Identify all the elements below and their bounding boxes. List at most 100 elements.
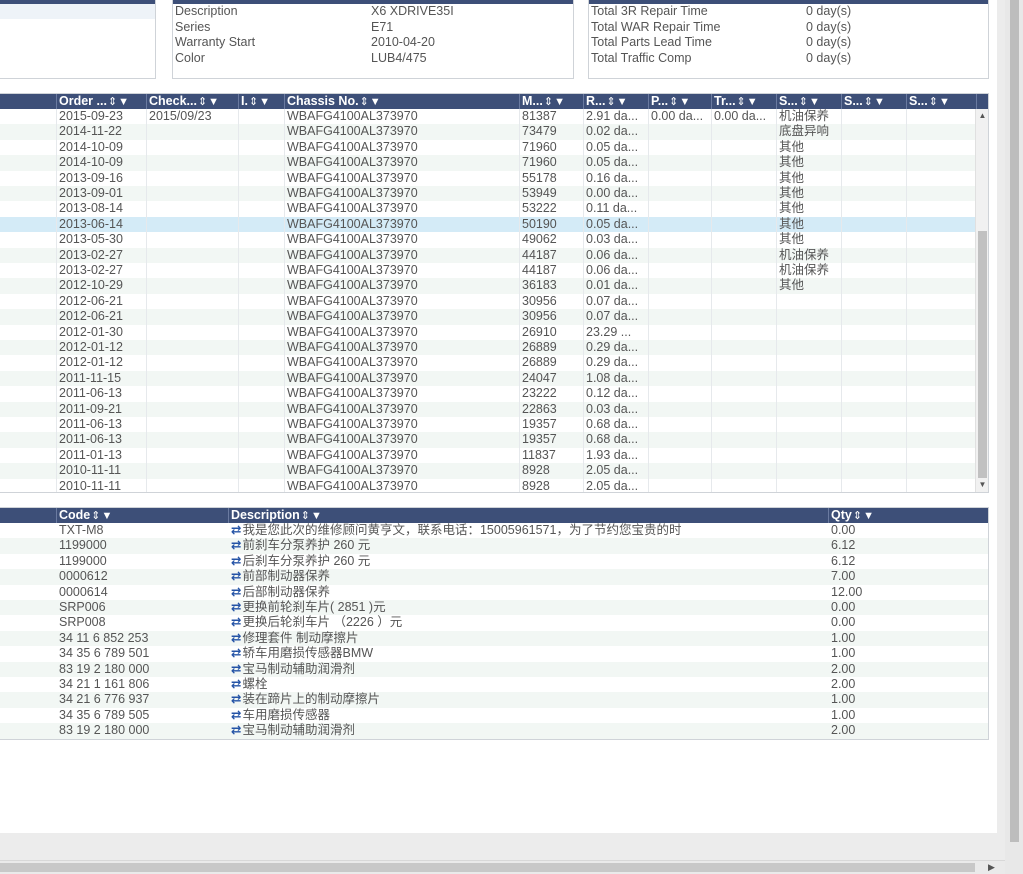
- column-header[interactable]: P...⇕▼: [649, 94, 712, 109]
- sort-icon[interactable]: ⇕: [737, 96, 746, 108]
- order-row[interactable]: 2012-06-21 WBAFG4100AL373970 30956 0.07 da.…: [0, 309, 977, 325]
- column-header[interactable]: M...⇕▼: [520, 94, 584, 109]
- filter-icon[interactable]: ▼: [208, 96, 219, 108]
- swap-icon[interactable]: ⇄: [231, 615, 241, 629]
- swap-icon[interactable]: ⇄: [231, 631, 241, 645]
- order-row[interactable]: 2015-09-23 2015/09/23 WBAFG4100AL373970 813…: [0, 109, 977, 125]
- sort-icon[interactable]: ⇕: [853, 510, 862, 522]
- scroll-down-icon[interactable]: ▼: [976, 478, 988, 492]
- swap-icon[interactable]: ⇄: [231, 646, 241, 660]
- order-row[interactable]: 2011-09-21 WBAFG4100AL373970 22863 0.03 da.…: [0, 401, 977, 417]
- part-row[interactable]: 83 19 2 180 000 ⇄宝马制动辅助润滑剂 2.00: [0, 723, 988, 739]
- column-header[interactable]: Check...⇕▼: [147, 94, 239, 109]
- part-row[interactable]: SRP008 ⇄更换后轮刹车片 （2226 ）元 0.00: [0, 615, 988, 630]
- filter-icon[interactable]: ▼: [617, 96, 628, 108]
- column-header[interactable]: Order ...⇕▼: [57, 94, 147, 109]
- column-header[interactable]: Tr...⇕▼: [712, 94, 777, 109]
- page-horizontal-scrollbar[interactable]: ▶: [0, 860, 1005, 874]
- filter-icon[interactable]: ▼: [554, 96, 565, 108]
- order-row[interactable]: 2012-01-30 WBAFG4100AL373970 26910 23.29 ..…: [0, 324, 977, 340]
- sort-icon[interactable]: ⇕: [669, 96, 678, 108]
- filter-icon[interactable]: ▼: [679, 96, 690, 108]
- order-row[interactable]: 2011-06-13 WBAFG4100AL373970 19357 0.68 da.…: [0, 417, 977, 433]
- scrollbar-thumb[interactable]: [978, 231, 987, 478]
- swap-icon[interactable]: ⇄: [231, 662, 241, 676]
- column-header[interactable]: S...⇕▼: [907, 94, 977, 109]
- part-row[interactable]: 1199000 ⇄后刹车分泵养护 260 元 6.12: [0, 554, 988, 569]
- order-row[interactable]: 2013-05-30 WBAFG4100AL373970 49062 0.03 da.…: [0, 232, 977, 248]
- order-row[interactable]: 2013-02-27 WBAFG4100AL373970 44187 0.06 da.…: [0, 247, 977, 263]
- swap-icon[interactable]: ⇄: [231, 523, 241, 537]
- part-row[interactable]: 0000612 ⇄前部制动器保养 7.00: [0, 569, 988, 585]
- scrollbar-thumb[interactable]: [0, 863, 975, 872]
- scroll-up-icon[interactable]: ▲: [976, 109, 988, 123]
- part-row[interactable]: 0000614 ⇄后部制动器保养 12.00: [0, 585, 988, 600]
- order-row[interactable]: 2014-10-09 WBAFG4100AL373970 71960 0.05 da.…: [0, 155, 977, 171]
- order-row[interactable]: 2012-06-21 WBAFG4100AL373970 30956 0.07 da.…: [0, 293, 977, 310]
- sort-icon[interactable]: ⇕: [544, 96, 553, 108]
- swap-icon[interactable]: ⇄: [231, 708, 241, 722]
- part-row[interactable]: 34 35 6 789 501 ⇄轿车用磨损传感器BMW 1.00: [0, 646, 988, 661]
- sort-icon[interactable]: ⇕: [929, 96, 938, 108]
- part-row[interactable]: SRP006 ⇄更换前轮刹车片( 2851 )元 0.00: [0, 600, 988, 616]
- order-row[interactable]: 2011-11-15 WBAFG4100AL373970 24047 1.08 da.…: [0, 370, 977, 387]
- swap-icon[interactable]: ⇄: [231, 538, 241, 552]
- order-row[interactable]: 2013-02-27 WBAFG4100AL373970 44187 0.06 da.…: [0, 263, 977, 279]
- sort-icon[interactable]: ⇕: [606, 96, 615, 108]
- part-row[interactable]: 1199000 ⇄前刹车分泵养护 260 元 6.12: [0, 538, 988, 554]
- column-header[interactable]: I.⇕▼: [239, 94, 285, 109]
- swap-icon[interactable]: ⇄: [231, 569, 241, 583]
- swap-icon[interactable]: ⇄: [231, 600, 241, 614]
- filter-icon[interactable]: ▼: [101, 510, 112, 522]
- filter-icon[interactable]: ▼: [118, 96, 129, 108]
- filter-icon[interactable]: ▼: [747, 96, 758, 108]
- order-row[interactable]: 2014-10-09 WBAFG4100AL373970 71960 0.05 da.…: [0, 139, 977, 156]
- order-row[interactable]: 2010-11-11 WBAFG4100AL373970 8928 2.05 da..…: [0, 463, 977, 479]
- filter-icon[interactable]: ▼: [370, 96, 381, 108]
- part-row[interactable]: 34 21 6 776 937 ⇄装在蹄片上的制动摩擦片 1.00: [0, 692, 988, 708]
- sort-icon[interactable]: ⇕: [91, 510, 100, 522]
- filter-icon[interactable]: ▼: [259, 96, 270, 108]
- scroll-right-icon[interactable]: ▶: [988, 861, 995, 874]
- column-header[interactable]: Qty⇕▼: [829, 508, 988, 523]
- filter-icon[interactable]: ▼: [863, 510, 874, 522]
- column-header[interactable]: Code⇕▼: [57, 508, 229, 523]
- swap-icon[interactable]: ⇄: [231, 585, 241, 599]
- order-row[interactable]: 2011-06-13 WBAFG4100AL373970 19357 0.68 da.…: [0, 432, 977, 448]
- order-row[interactable]: 2012-01-12 WBAFG4100AL373970 26889 0.29 da.…: [0, 340, 977, 356]
- sort-icon[interactable]: ⇕: [108, 96, 117, 108]
- part-row[interactable]: 34 11 6 852 253 ⇄修理套件 制动摩擦片 1.00: [0, 630, 988, 647]
- scrollbar-thumb[interactable]: [1010, 0, 1019, 842]
- filter-icon[interactable]: ▼: [311, 510, 322, 522]
- part-row[interactable]: 83 19 2 180 000 ⇄宝马制动辅助润滑剂 2.00: [0, 661, 988, 677]
- order-row[interactable]: 2013-09-16 WBAFG4100AL373970 55178 0.16 da.…: [0, 170, 977, 186]
- order-row[interactable]: 2013-08-14 WBAFG4100AL373970 53222 0.11 da.…: [0, 201, 977, 217]
- order-row[interactable]: 2013-06-14 WBAFG4100AL373970 50190 0.05 da.…: [0, 216, 977, 233]
- filter-icon[interactable]: ▼: [939, 96, 950, 108]
- swap-icon[interactable]: ⇄: [231, 723, 241, 737]
- sort-icon[interactable]: ⇕: [799, 96, 808, 108]
- column-header[interactable]: S...⇕▼: [842, 94, 907, 109]
- column-header[interactable]: R...⇕▼: [584, 94, 649, 109]
- swap-icon[interactable]: ⇄: [231, 554, 241, 568]
- sort-icon[interactable]: ⇕: [198, 96, 207, 108]
- part-row[interactable]: TXT-M8 ⇄我是您此次的维修顾问黄亨文，联系电话：15005961571，为了…: [0, 523, 988, 538]
- order-row[interactable]: 2010-11-11 WBAFG4100AL373970 8928 2.05 da..…: [0, 478, 977, 492]
- swap-icon[interactable]: ⇄: [231, 692, 241, 706]
- order-row[interactable]: 2014-11-22 WBAFG4100AL373970 73479 0.02 da.…: [0, 124, 977, 140]
- sort-icon[interactable]: ⇕: [360, 96, 369, 108]
- column-header[interactable]: S...⇕▼: [777, 94, 842, 109]
- page-vertical-scrollbar[interactable]: [1005, 0, 1023, 874]
- part-row[interactable]: 34 21 1 161 806 ⇄螺栓 2.00: [0, 677, 988, 692]
- order-row[interactable]: 2013-09-01 WBAFG4100AL373970 53949 0.00 da.…: [0, 186, 977, 202]
- order-row[interactable]: 2011-01-13 WBAFG4100AL373970 11837 1.93 da.…: [0, 447, 977, 464]
- sort-icon[interactable]: ⇕: [864, 96, 873, 108]
- column-header[interactable]: Chassis No.⇕▼: [285, 94, 520, 109]
- order-row[interactable]: 2012-01-12 WBAFG4100AL373970 26889 0.29 da.…: [0, 355, 977, 371]
- swap-icon[interactable]: ⇄: [231, 677, 241, 691]
- column-header[interactable]: Description⇕▼: [229, 508, 829, 523]
- order-row[interactable]: 2011-06-13 WBAFG4100AL373970 23222 0.12 da.…: [0, 386, 977, 402]
- sort-icon[interactable]: ⇕: [249, 96, 258, 108]
- sort-icon[interactable]: ⇕: [301, 510, 310, 522]
- filter-icon[interactable]: ▼: [809, 96, 820, 108]
